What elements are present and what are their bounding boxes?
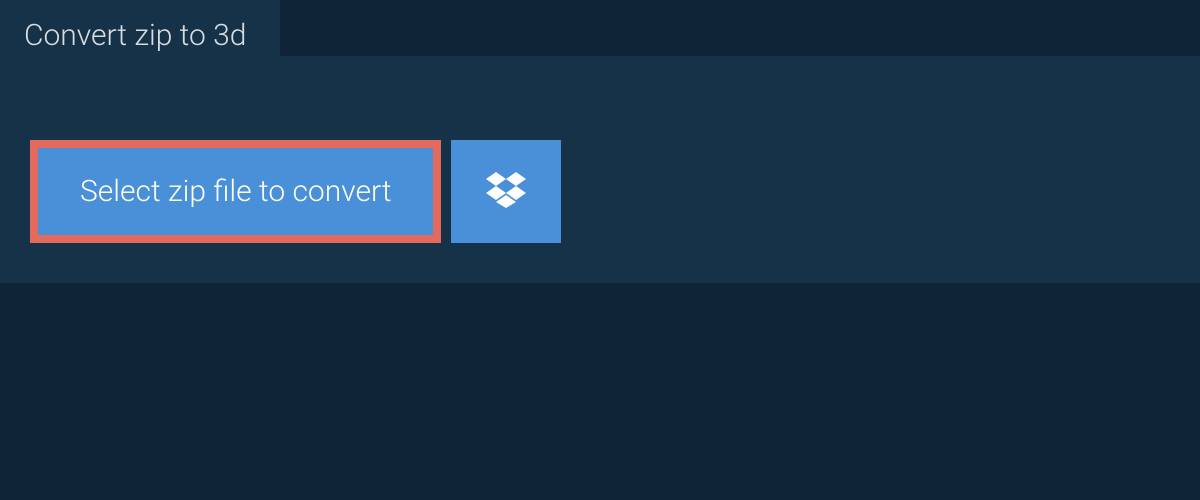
tab-title: Convert zip to 3d [24,18,246,53]
dropbox-icon [486,172,526,212]
tab-header: Convert zip to 3d [0,0,280,70]
select-file-button[interactable]: Select zip file to convert [30,140,441,243]
converter-panel: Convert zip to 3d Select zip file to con… [0,56,1200,283]
select-file-button-label: Select zip file to convert [80,174,391,209]
button-row: Select zip file to convert [30,140,1200,243]
dropbox-button[interactable] [451,140,561,243]
